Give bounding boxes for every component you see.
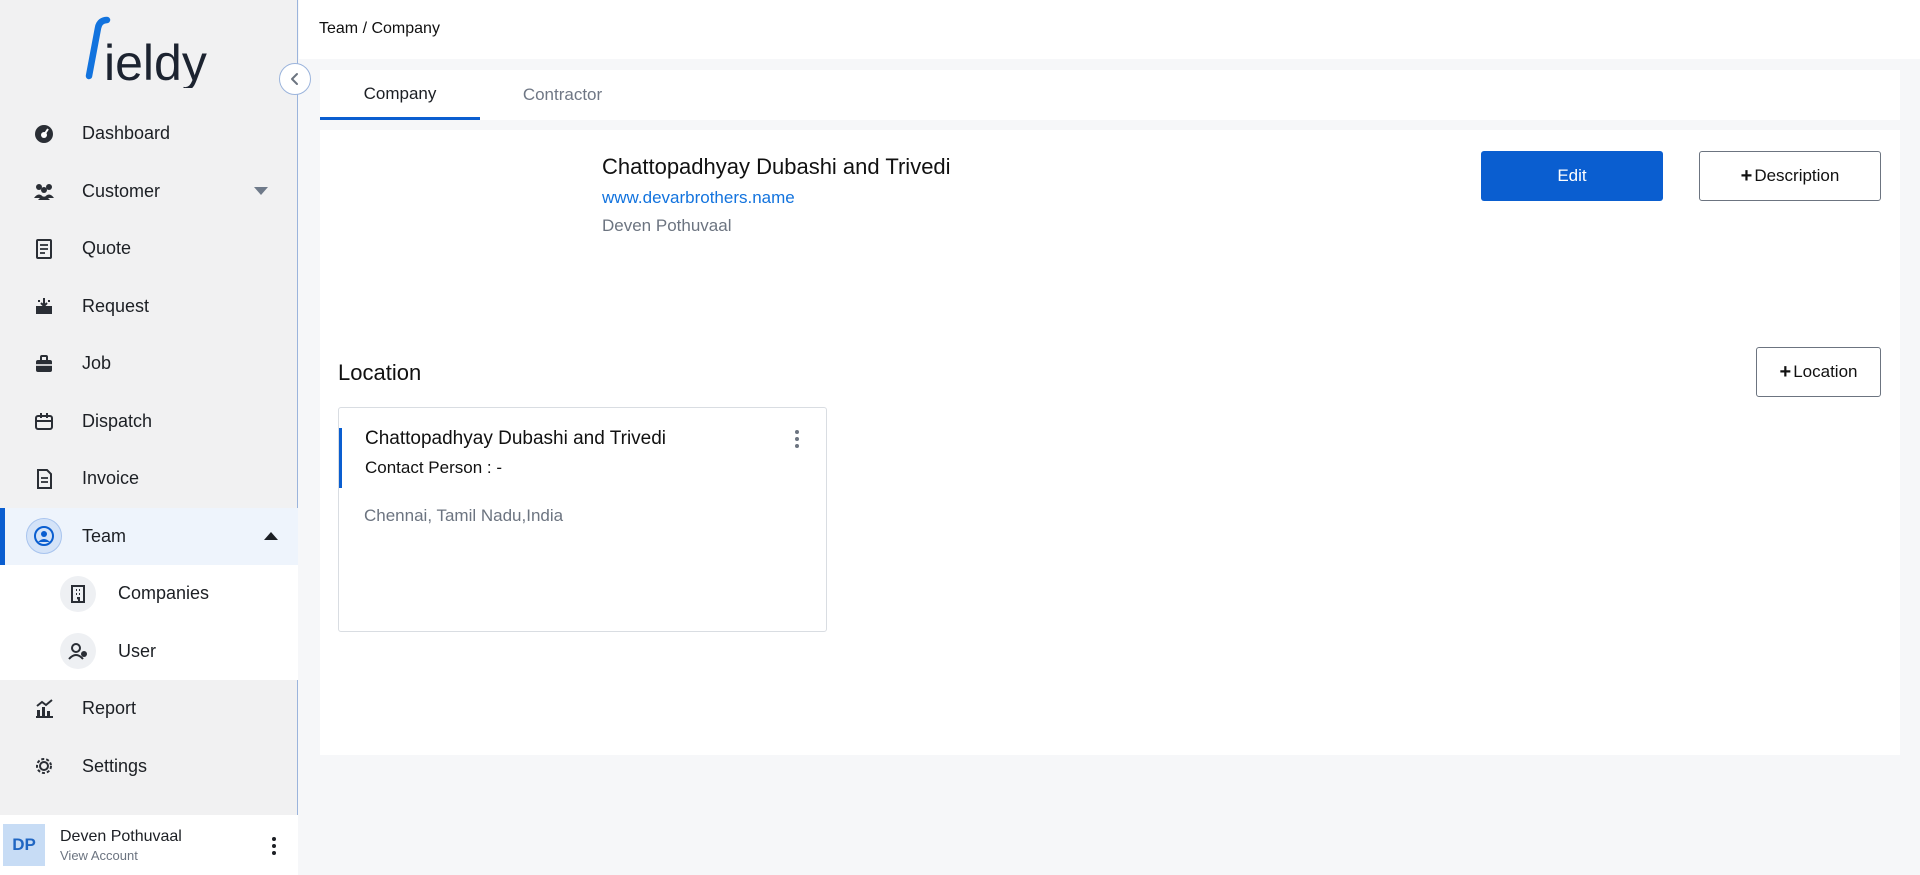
dashboard-icon	[26, 116, 62, 152]
sidebar-item-label: Job	[82, 353, 112, 374]
company-owner: Deven Pothuvaal	[602, 216, 732, 235]
report-icon	[26, 691, 62, 727]
sidebar-item-label: Invoice	[82, 468, 140, 489]
building-icon	[60, 575, 96, 612]
account-info: Deven Pothuvaal View Account	[60, 828, 182, 863]
sidebar-item-dashboard[interactable]: Dashboard	[0, 105, 298, 163]
tab-bar: Company Contractor	[320, 70, 1900, 120]
company-website-link[interactable]: www.devarbrothers.name	[602, 188, 795, 208]
team-icon	[26, 518, 62, 555]
plus-icon: +	[1779, 360, 1792, 383]
company-name: Chattopadhyay Dubashi and Trivedi	[602, 154, 951, 179]
settings-icon	[26, 748, 62, 784]
location-heading: Location	[338, 360, 422, 385]
invoice-icon	[26, 461, 62, 497]
location-card-title: Chattopadhyay Dubashi and Trivedi	[365, 428, 667, 449]
account-name: Deven Pothuvaal	[60, 827, 182, 845]
location-card[interactable]: Chattopadhyay Dubashi and Trivedi Contac…	[338, 407, 827, 632]
more-vertical-icon[interactable]	[270, 837, 278, 855]
svg-text:ieldy: ieldy	[104, 35, 207, 88]
sidebar-item-label: Dashboard	[82, 123, 171, 144]
top-bar: Team / Company	[299, 0, 1920, 59]
sidebar-item-invoice[interactable]: Invoice	[0, 450, 298, 508]
sidebar-item-label: Quote	[82, 238, 132, 259]
company-panel: Chattopadhyay Dubashi and Trivedi www.de…	[320, 130, 1900, 755]
customers-icon	[26, 173, 62, 209]
sidebar: ieldy Dashboard Customer Quote Request J…	[0, 0, 311, 875]
tab-company[interactable]: Company	[320, 70, 480, 120]
location-contact-person: Contact Person : -	[365, 458, 503, 477]
sidebar-item-label: Dispatch	[82, 410, 153, 431]
sidebar-nav: Dashboard Customer Quote Request Job Dis…	[0, 105, 298, 795]
avatar[interactable]: DP	[3, 824, 45, 866]
sidebar-item-team[interactable]: Team	[0, 507, 298, 565]
sidebar-item-label: Team	[82, 525, 127, 546]
sidebar-item-label: User	[118, 640, 157, 661]
sidebar-item-report[interactable]: Report	[0, 680, 298, 738]
add-description-label: Description	[1754, 166, 1840, 185]
sidebar-item-label: Customer	[82, 180, 161, 201]
request-icon	[26, 288, 62, 324]
sidebar-item-companies[interactable]: Companies	[0, 565, 298, 623]
sidebar-item-label: Settings	[82, 755, 148, 776]
account-box[interactable]: DP Deven Pothuvaal View Account	[0, 815, 298, 875]
sidebar-item-customer[interactable]: Customer	[0, 163, 298, 221]
card-accent	[339, 428, 342, 488]
sidebar-item-job[interactable]: Job	[0, 335, 298, 393]
chevron-left-icon	[291, 73, 298, 85]
chevron-down-icon[interactable]	[254, 187, 268, 196]
sidebar-item-label: Request	[82, 295, 150, 316]
add-location-button[interactable]: + Location	[1756, 347, 1881, 397]
team-submenu: Companies User	[0, 565, 298, 680]
dispatch-icon	[26, 403, 62, 439]
tab-contractor[interactable]: Contractor	[480, 70, 645, 120]
edit-button[interactable]: Edit	[1481, 151, 1663, 201]
breadcrumb: Team / Company	[319, 20, 440, 37]
fieldy-logo[interactable]: ieldy	[85, 16, 215, 88]
sidebar-item-user[interactable]: User	[0, 623, 298, 681]
chevron-up-icon[interactable]	[264, 532, 278, 541]
quote-icon	[26, 231, 62, 267]
sidebar-item-settings[interactable]: Settings	[0, 738, 298, 796]
sidebar-item-label: Companies	[118, 583, 210, 604]
add-description-button[interactable]: + Description	[1699, 151, 1881, 201]
sidebar-item-quote[interactable]: Quote	[0, 220, 298, 278]
collapse-sidebar-button[interactable]	[279, 63, 311, 95]
job-icon	[26, 346, 62, 382]
plus-icon: +	[1740, 164, 1753, 187]
location-address: Chennai, Tamil Nadu,India	[364, 506, 564, 525]
more-vertical-icon[interactable]	[793, 430, 801, 448]
sidebar-item-request[interactable]: Request	[0, 278, 298, 336]
sidebar-item-label: Report	[82, 698, 137, 719]
view-account-link[interactable]: View Account	[60, 848, 182, 863]
sidebar-item-dispatch[interactable]: Dispatch	[0, 393, 298, 451]
add-location-label: Location	[1793, 362, 1858, 381]
user-icon	[60, 633, 96, 670]
